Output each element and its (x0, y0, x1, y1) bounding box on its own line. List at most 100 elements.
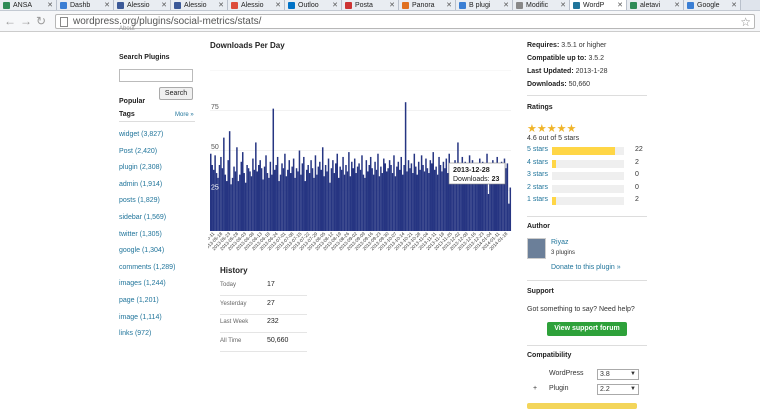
chart-bar[interactable] (390, 164, 392, 231)
chart-bar[interactable] (221, 168, 224, 231)
close-tab-icon[interactable]: ✕ (218, 0, 224, 10)
donate-link[interactable]: Donate to this plugin » (551, 264, 621, 271)
reload-icon[interactable]: ↻ (36, 14, 46, 28)
chart-bar[interactable] (233, 166, 235, 231)
chart-bar[interactable] (212, 169, 215, 231)
chart-bar[interactable] (281, 163, 283, 231)
chart-bar[interactable] (250, 176, 253, 231)
chart-bar[interactable] (272, 108, 275, 231)
chart-bar[interactable] (323, 176, 325, 231)
tag-link[interactable]: comments (1,289) (119, 264, 175, 271)
chart-bar[interactable] (239, 174, 241, 231)
chart-bar[interactable] (220, 156, 222, 231)
chart-bar[interactable] (429, 160, 432, 231)
chart-bar[interactable] (303, 156, 305, 231)
close-tab-icon[interactable]: ✕ (731, 0, 737, 10)
chart-bar[interactable] (506, 163, 509, 231)
browser-tab[interactable]: Google ✕ (684, 0, 741, 10)
close-tab-icon[interactable]: ✕ (104, 0, 110, 10)
browser-tab[interactable]: Alessio ✕ (114, 0, 171, 10)
chart-bar[interactable] (346, 171, 349, 231)
chart-bar[interactable] (332, 160, 334, 231)
chart-bar[interactable] (218, 164, 221, 231)
tag-link[interactable]: widget (3,827) (119, 131, 163, 138)
chart-bar[interactable] (348, 152, 350, 231)
chart-bar[interactable] (372, 174, 375, 231)
chart-bar[interactable] (284, 153, 286, 231)
chart-bar[interactable] (380, 166, 382, 231)
chart-bar[interactable] (301, 163, 304, 231)
chart-bar[interactable] (287, 169, 289, 231)
chart-bar[interactable] (226, 181, 228, 231)
chart-bar[interactable] (288, 160, 291, 231)
chart-bar[interactable] (271, 174, 273, 231)
chart-bar[interactable] (282, 168, 285, 231)
chart-bar[interactable] (236, 147, 238, 231)
chart-bar[interactable] (447, 173, 449, 231)
browser-tab[interactable]: WordP ✕ (570, 0, 627, 10)
author-name[interactable]: Riyaz (551, 239, 569, 246)
chart-bar[interactable] (419, 169, 421, 231)
search-input[interactable] (119, 69, 193, 82)
back-arrow-icon[interactable]: ← (4, 14, 16, 28)
chart-bar[interactable] (210, 153, 212, 231)
chart-bar[interactable] (436, 174, 439, 231)
chart-bar[interactable] (361, 155, 363, 231)
chart-bar[interactable] (387, 168, 389, 231)
browser-tab[interactable]: Alessio ✕ (228, 0, 285, 10)
chart-bar[interactable] (263, 166, 266, 231)
forward-arrow-icon[interactable]: → (20, 14, 32, 28)
chart-bar[interactable] (362, 174, 365, 231)
chart-bar[interactable] (407, 160, 410, 231)
chart-bar[interactable] (266, 173, 269, 231)
chart-bar[interactable] (265, 155, 267, 231)
chart-bar[interactable] (409, 168, 411, 231)
chart-bar[interactable] (307, 164, 309, 231)
chart-bar[interactable] (368, 164, 371, 231)
chart-bar[interactable] (441, 171, 443, 231)
chart-bar[interactable] (240, 161, 243, 231)
chart-bar[interactable] (224, 174, 227, 231)
chart-bar[interactable] (432, 152, 434, 231)
chart-bar[interactable] (257, 164, 260, 231)
chart-bar[interactable] (457, 142, 459, 231)
browser-tab[interactable]: Panora ✕ (399, 0, 456, 10)
chart-bar[interactable] (431, 163, 433, 231)
chart-bar[interactable] (275, 164, 277, 231)
chart-bar[interactable] (410, 163, 413, 231)
chart-bar[interactable] (399, 169, 401, 231)
chart-bar[interactable] (355, 173, 357, 231)
rating-filter-link[interactable]: 4 stars (527, 159, 548, 166)
chart-bar[interactable] (342, 156, 344, 231)
chart-bar[interactable] (487, 193, 490, 231)
tag-link[interactable]: images (1,244) (119, 280, 166, 287)
chart-bar[interactable] (333, 173, 336, 231)
chart-bar[interactable] (505, 168, 507, 231)
chart-bar[interactable] (276, 156, 279, 231)
chart-bar[interactable] (313, 177, 315, 231)
close-tab-icon[interactable]: ✕ (47, 0, 53, 10)
chart-bar[interactable] (423, 171, 426, 231)
chart-bar[interactable] (343, 174, 346, 231)
close-tab-icon[interactable]: ✕ (503, 0, 509, 10)
chart-bar[interactable] (385, 171, 388, 231)
chart-bar[interactable] (278, 181, 280, 231)
chart-bar[interactable] (223, 137, 225, 231)
chart-bar[interactable] (383, 158, 385, 231)
browser-tab[interactable]: B plugi ✕ (456, 0, 513, 10)
chart-bar[interactable] (445, 158, 448, 231)
chart-bar[interactable] (269, 161, 272, 231)
chart-bar[interactable] (311, 168, 314, 231)
chart-bar[interactable] (310, 160, 312, 231)
chart-bar[interactable] (255, 142, 257, 231)
chart-bar[interactable] (244, 182, 247, 231)
chart-bar[interactable] (401, 174, 404, 231)
chart-bar[interactable] (403, 164, 405, 231)
chart-bar[interactable] (422, 164, 424, 231)
chart-bar[interactable] (304, 181, 307, 231)
chart-bar[interactable] (509, 187, 512, 231)
chart-bar[interactable] (294, 177, 296, 231)
chart-bar[interactable] (391, 173, 394, 231)
chart-bar[interactable] (444, 168, 446, 231)
chart-bar[interactable] (319, 161, 321, 231)
